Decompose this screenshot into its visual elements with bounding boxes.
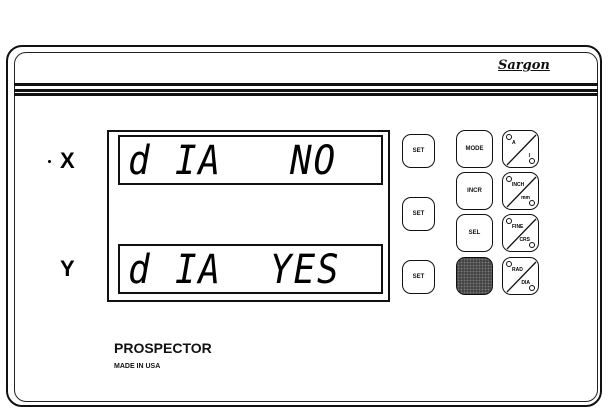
top-rule	[14, 83, 598, 86]
abs-incr-toggle-button[interactable]: A I	[502, 130, 539, 168]
top-rule	[14, 89, 598, 92]
toggle-label-bottom: mm	[521, 195, 530, 201]
set-z-button[interactable]: SET	[402, 197, 435, 231]
incr-button[interactable]: INCR	[456, 172, 493, 210]
toggle-label-top: A	[512, 140, 516, 146]
set-x-button[interactable]: SET	[402, 134, 435, 168]
bullet-dot	[48, 160, 51, 163]
set-y-button[interactable]: SET	[402, 260, 435, 294]
y-readout-left: d IA	[128, 247, 222, 293]
inch-mm-toggle-button[interactable]: INCH mm	[502, 172, 539, 210]
blank-key-button[interactable]	[456, 257, 493, 295]
toggle-label-bottom: CRS	[519, 237, 530, 243]
toggle-label-top: RAD	[512, 267, 523, 273]
toggle-label-top: INCH	[512, 182, 525, 188]
rad-dia-toggle-button[interactable]: RAD DIA	[502, 257, 539, 295]
origin-label: MADE IN USA	[114, 363, 161, 370]
model-name: PROSPECTOR	[114, 340, 212, 356]
sel-button[interactable]: SEL	[456, 214, 493, 252]
x-readout-left: d IA	[128, 138, 222, 184]
x-readout-right: NO	[290, 138, 337, 184]
top-rule	[14, 93, 598, 96]
mode-button[interactable]: MODE	[456, 130, 493, 168]
toggle-label-top: FINE	[512, 224, 524, 230]
y-readout-right: YES	[270, 247, 341, 293]
brand-logo: Sargon	[498, 58, 550, 73]
toggle-label-bottom: DIA	[521, 280, 530, 286]
axis-x-label: X	[60, 148, 75, 173]
fine-crs-toggle-button[interactable]: FINE CRS	[502, 214, 539, 252]
x-readout-window: d IA NO	[118, 135, 383, 185]
axis-y-label: Y	[60, 256, 75, 281]
toggle-label-bottom: I	[528, 153, 530, 159]
y-readout-window: d IA YES	[118, 244, 383, 294]
